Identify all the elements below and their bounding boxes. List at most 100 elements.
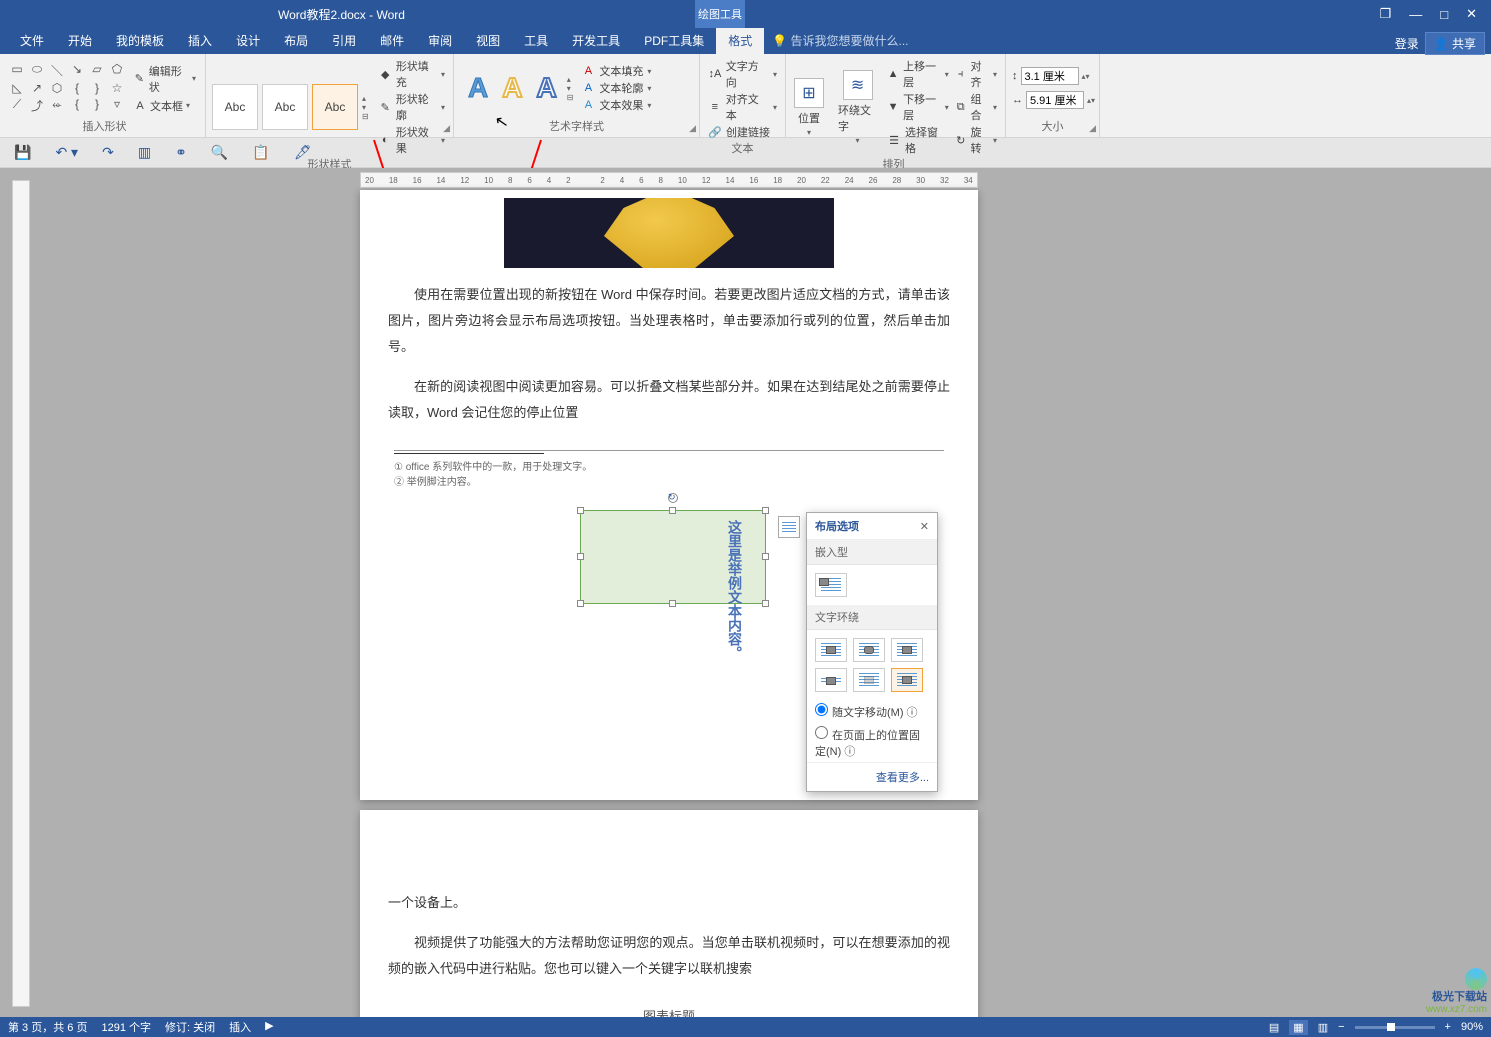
tab-tools[interactable]: 工具	[512, 27, 560, 54]
maximize-button[interactable]: □	[1440, 7, 1448, 22]
height-input[interactable]: ↕▴▾	[1012, 67, 1095, 85]
resize-handle[interactable]	[669, 507, 676, 514]
qat-icon[interactable]: ▥	[138, 144, 151, 161]
insert-mode[interactable]: 插入	[229, 1019, 251, 1035]
resize-handle[interactable]	[762, 507, 769, 514]
tab-home[interactable]: 开始	[56, 27, 104, 54]
shape-style-item[interactable]: Abc	[312, 84, 358, 130]
shape-style-item[interactable]: Abc	[212, 84, 258, 130]
send-backward-button[interactable]: ▼下移一层▾	[885, 91, 951, 123]
layout-tight[interactable]	[853, 638, 885, 662]
move-with-text-radio[interactable]: 随文字移动(M) ⓘ	[807, 700, 937, 723]
tab-references[interactable]: 引用	[320, 27, 368, 54]
dialog-launcher[interactable]: ◢	[689, 123, 696, 134]
close-button[interactable]: ✕	[1466, 6, 1477, 22]
shapes-gallery[interactable]: ▭⬭＼↘▱⬠ ◺↗⬡{}☆ ⟋⤴⬰{}▿	[10, 62, 124, 114]
text-direction-button[interactable]: ↕A文字方向▾	[706, 58, 779, 90]
horizontal-ruler: 2018161412108642246810121416182022242628…	[360, 172, 978, 188]
tab-mail[interactable]: 邮件	[368, 27, 416, 54]
close-icon[interactable]: ✕	[920, 520, 929, 533]
wordart-item[interactable]: A	[536, 72, 556, 104]
resize-handle[interactable]	[577, 553, 584, 560]
zoom-level[interactable]: 90%	[1461, 1021, 1483, 1033]
ribbon-options-icon[interactable]: ❐	[1380, 6, 1392, 22]
shape-outline-button[interactable]: ✎形状轮廓▾	[377, 91, 447, 123]
resize-handle[interactable]	[577, 600, 584, 607]
zoom-out-icon[interactable]: −	[1338, 1021, 1344, 1033]
save-icon[interactable]: 💾	[14, 144, 31, 161]
dialog-launcher[interactable]: ◢	[1089, 123, 1096, 134]
tab-review[interactable]: 审阅	[416, 27, 464, 54]
layout-behind[interactable]	[853, 668, 885, 692]
gallery-scroll-down[interactable]: ▾	[362, 103, 369, 112]
document-image	[504, 198, 834, 268]
layout-inline[interactable]	[815, 573, 847, 597]
edit-shape-button[interactable]: ✎编辑形状▾	[130, 62, 199, 96]
see-more-link[interactable]: 查看更多...	[807, 762, 937, 791]
shape-style-item[interactable]: Abc	[262, 84, 308, 130]
tab-file[interactable]: 文件	[8, 27, 56, 54]
tab-view[interactable]: 视图	[464, 27, 512, 54]
bring-forward-button[interactable]: ▲上移一层▾	[885, 58, 951, 90]
wordart-gallery[interactable]: A A A	[460, 72, 565, 104]
align-button[interactable]: ⫞对齐▾	[953, 58, 999, 90]
rotate-button[interactable]: ↻旋转▾	[953, 124, 999, 156]
resize-handle[interactable]	[669, 600, 676, 607]
resize-handle[interactable]	[762, 600, 769, 607]
page-status[interactable]: 第 3 页，共 6 页	[8, 1019, 87, 1035]
share-button[interactable]: 👤 共享	[1425, 32, 1485, 55]
gallery-scroll-up[interactable]: ▴	[362, 94, 369, 103]
shape-effects-button[interactable]: ◐形状效果▾	[377, 124, 447, 156]
width-input[interactable]: ↔▴▾	[1012, 91, 1095, 109]
dialog-launcher[interactable]: ◢	[443, 123, 450, 134]
tab-format[interactable]: 格式	[716, 27, 764, 54]
tab-templates[interactable]: 我的模板	[104, 27, 176, 54]
text-outline-button[interactable]: A文本轮廓▾	[579, 80, 653, 96]
fix-position-radio[interactable]: 在页面上的位置固定(N) ⓘ	[807, 723, 937, 762]
redo-icon[interactable]: ↷	[102, 144, 114, 161]
tab-insert[interactable]: 插入	[176, 27, 224, 54]
view-web-icon[interactable]: ▥	[1318, 1021, 1328, 1034]
macro-icon[interactable]: ▶	[265, 1019, 273, 1035]
position-button[interactable]: ⊞位置▾	[788, 76, 830, 139]
chart-title: 图表标题	[534, 1006, 804, 1017]
ribbon: ▭⬭＼↘▱⬠ ◺↗⬡{}☆ ⟋⤴⬰{}▿ ✎编辑形状▾ A文本框▾ 插入形状 A…	[0, 54, 1491, 138]
wordart-item[interactable]: A	[468, 72, 488, 104]
zoom-in-icon[interactable]: +	[1445, 1021, 1451, 1033]
login-link[interactable]: 登录	[1395, 35, 1419, 52]
create-link-button[interactable]: 🔗创建链接	[706, 124, 779, 140]
layout-square[interactable]	[815, 638, 847, 662]
group-button[interactable]: ⧉组合▾	[953, 91, 999, 123]
shape-style-gallery[interactable]: Abc Abc Abc	[212, 84, 358, 130]
shape-fill-button[interactable]: ◆形状填充▾	[377, 58, 447, 90]
layout-topbottom[interactable]	[815, 668, 847, 692]
view-print-icon[interactable]: ▦	[1289, 1020, 1307, 1035]
word-count[interactable]: 1291 个字	[101, 1019, 151, 1035]
selection-pane-button[interactable]: ☰选择窗格	[885, 124, 951, 156]
tab-layout[interactable]: 布局	[272, 27, 320, 54]
document-area: 2018161412108642246810121416182022242628…	[0, 168, 1491, 1017]
align-text-button[interactable]: ≡对齐文本▾	[706, 91, 779, 123]
layout-through[interactable]	[891, 638, 923, 662]
rotate-handle[interactable]	[668, 493, 678, 503]
tab-design[interactable]: 设计	[224, 27, 272, 54]
resize-handle[interactable]	[577, 507, 584, 514]
text-effects-button[interactable]: A文本效果▾	[579, 97, 653, 113]
zoom-slider[interactable]	[1355, 1026, 1435, 1029]
text-box-button[interactable]: A文本框▾	[130, 97, 199, 115]
minimize-button[interactable]: —	[1409, 7, 1422, 22]
tab-pdf[interactable]: PDF工具集	[632, 27, 716, 54]
layout-options-icon[interactable]	[778, 516, 800, 538]
tell-me-search[interactable]: 💡 告诉我您想要做什么...	[764, 27, 916, 54]
gallery-more[interactable]: ⊟	[362, 112, 369, 121]
track-changes-status[interactable]: 修订: 关闭	[165, 1019, 215, 1035]
tab-dev[interactable]: 开发工具	[560, 27, 632, 54]
text-fill-button[interactable]: A文本填充▾	[579, 63, 653, 79]
view-read-icon[interactable]: ▤	[1269, 1021, 1279, 1034]
layout-front[interactable]	[891, 668, 923, 692]
qat-icon[interactable]: ⚭	[175, 144, 187, 161]
wrap-text-button[interactable]: ≋环绕文字▾	[832, 68, 883, 147]
wordart-item[interactable]: A	[502, 72, 522, 104]
resize-handle[interactable]	[762, 553, 769, 560]
undo-icon[interactable]: ↶ ▾	[55, 144, 78, 161]
